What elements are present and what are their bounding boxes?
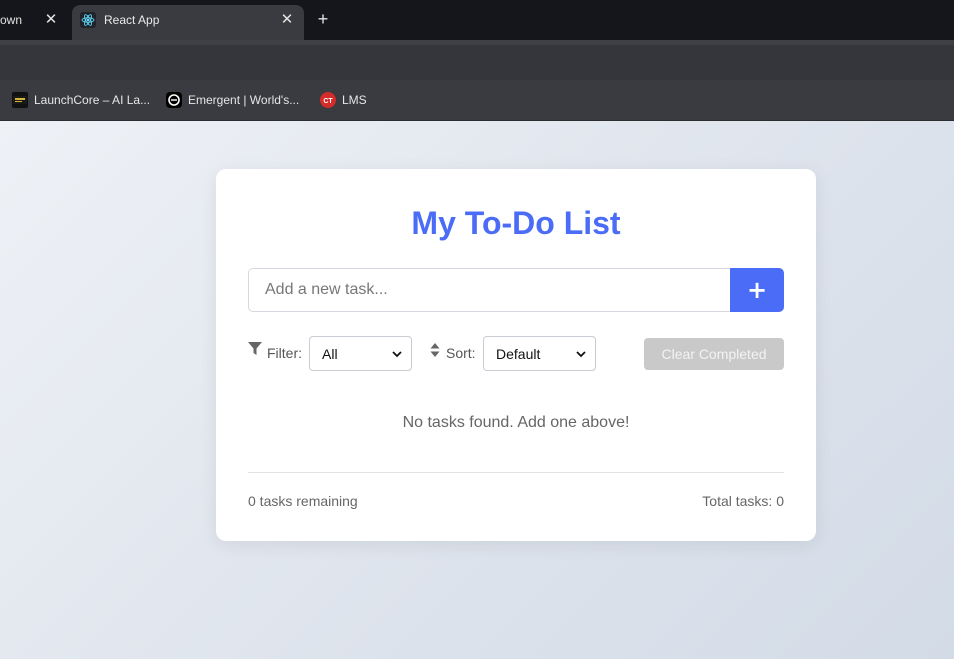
- bookmarks-bar: LaunchCore – AI La... Emergent | World's…: [0, 80, 954, 121]
- svg-text:CT: CT: [323, 98, 333, 105]
- emergent-icon: [166, 92, 182, 108]
- launchcore-icon: [12, 92, 28, 108]
- new-task-input[interactable]: [248, 268, 731, 312]
- bookmark-label: LMS: [342, 93, 367, 107]
- chevron-down-icon: [392, 351, 402, 358]
- todo-card: My To-Do List + Filter: All Sort: Defaul…: [216, 169, 816, 541]
- sort-label-group: Sort:: [430, 343, 476, 361]
- page-background: My To-Do List + Filter: All Sort: Defaul…: [0, 121, 954, 659]
- react-icon: [80, 12, 96, 28]
- tab-close-icon[interactable]: ✕: [279, 10, 295, 28]
- sort-label: Sort:: [446, 345, 476, 361]
- tab-title: React App: [104, 13, 160, 27]
- bookmark-label: Emergent | World's...: [188, 93, 300, 107]
- lms-icon: CT: [320, 92, 336, 108]
- chevron-down-icon: [576, 351, 586, 358]
- filter-label: Filter:: [267, 345, 302, 361]
- tasks-remaining: 0 tasks remaining: [248, 493, 358, 509]
- browser-tab[interactable]: own ✕: [0, 8, 70, 34]
- divider: [248, 472, 784, 473]
- bookmark-emergent[interactable]: Emergent | World's...: [166, 92, 299, 108]
- browser-tab-active[interactable]: React App ✕: [72, 5, 304, 40]
- filter-icon: [248, 342, 262, 355]
- empty-state-message: No tasks found. Add one above!: [402, 414, 630, 431]
- bookmark-lms[interactable]: CT LMS: [320, 92, 367, 108]
- sort-selected-value: Default: [496, 345, 541, 362]
- tab-close-icon[interactable]: ✕: [44, 10, 58, 28]
- add-task-button[interactable]: +: [730, 268, 784, 312]
- tab-title: own: [0, 13, 23, 27]
- sort-icon: [430, 343, 440, 357]
- page-title: My To-Do List: [411, 205, 621, 241]
- tasks-total: Total tasks: 0: [702, 493, 784, 509]
- bookmark-label: LaunchCore – AI La...: [34, 93, 151, 107]
- sort-select[interactable]: Default: [483, 336, 596, 371]
- clear-completed-button[interactable]: Clear Completed: [644, 338, 784, 370]
- browser-toolbar: [0, 40, 954, 80]
- new-tab-icon[interactable]: +: [314, 9, 332, 30]
- filter-select[interactable]: All: [309, 336, 412, 371]
- bookmark-launchcore[interactable]: LaunchCore – AI La...: [12, 92, 150, 108]
- browser-tab-bar: own ✕ React App ✕ +: [0, 0, 954, 40]
- filter-label-group: Filter:: [248, 342, 302, 361]
- filter-selected-value: All: [322, 345, 338, 362]
